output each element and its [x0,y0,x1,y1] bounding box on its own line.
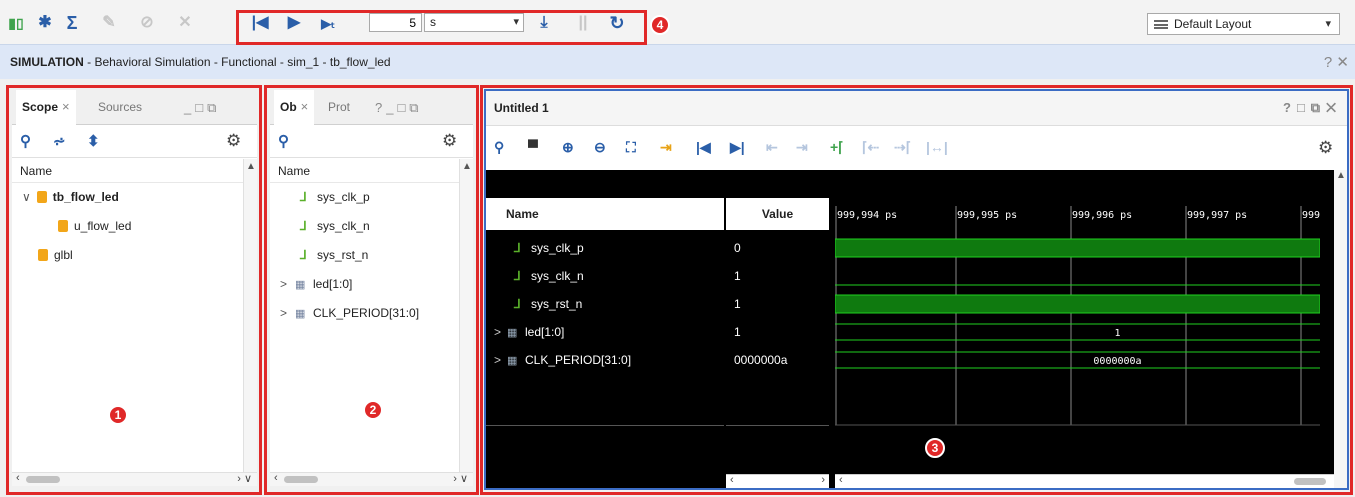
layout-select[interactable]: Default Layout ▾ [1147,13,1340,35]
disabled-icon-3[interactable]: ✕ [175,13,195,33]
settings-icon[interactable]: ✱ [35,13,55,33]
sigma-icon[interactable]: Σ [62,13,82,33]
simulation-header: SIMULATION - Behavioral Simulation - Fun… [0,44,1355,79]
waveform-focus-border [484,89,1349,490]
chevron-down-icon: ▾ [1325,18,1331,30]
disabled-icon-1[interactable]: ✎ [99,13,119,33]
badge-4: 4 [650,15,670,35]
header-subtitle: - Behavioral Simulation - Functional - s… [83,55,391,69]
highlight-box-toolbar [236,10,647,45]
badge-2: 2 [363,400,383,420]
badge-3: 3 [925,438,945,458]
highlight-box-objects [264,85,479,495]
header-title: SIMULATION [10,55,84,69]
disabled-icon-2[interactable]: ⊘ [137,13,157,33]
run-all-icon[interactable]: ▮▯ [6,13,26,33]
badge-1: 1 [108,405,128,425]
main-toolbar: ▮▯ ✱ Σ ✎ ⊘ ✕ |◀ ▶ ▶ₜ s ▾ ⤓ || ↻ Default … [0,0,1355,44]
layout-icon [1154,20,1168,29]
header-controls[interactable]: ? ✕ [1324,45,1349,80]
highlight-box-scope [6,85,262,495]
layout-label: Default Layout [1174,17,1252,31]
